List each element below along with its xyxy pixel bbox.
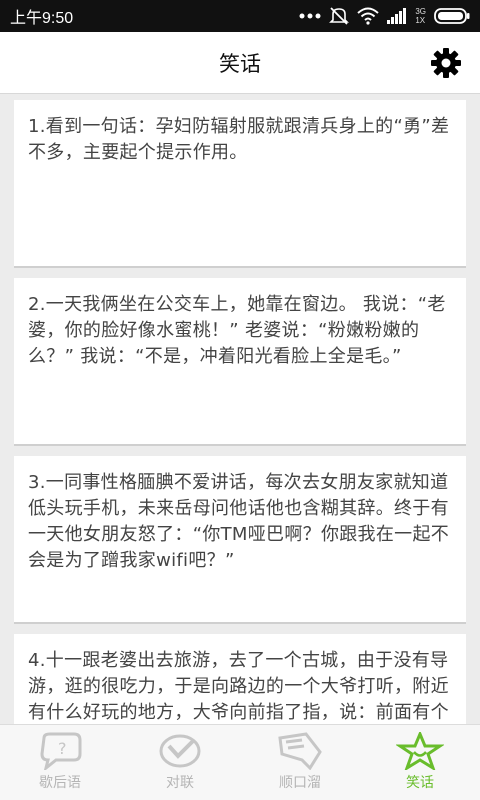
- tab-label: 笑话: [406, 775, 434, 791]
- network-type: 3G 1X: [415, 7, 426, 25]
- tab-label: 顺口溜: [279, 775, 321, 791]
- tab-label: 歇后语: [39, 775, 81, 791]
- joke-card[interactable]: 4.十一跟老婆出去旅游，去了一个古城，由于没有导游，逛的很吃力，于是向路边的一个…: [14, 634, 466, 724]
- scroll-icon: [159, 734, 201, 768]
- signal-icon: [387, 8, 407, 24]
- status-time: 上午9:50: [10, 10, 74, 27]
- bottom-tab-bar: ? 歇后语 对联 顺口溜 笑话: [0, 724, 480, 800]
- joke-card[interactable]: 1.看到一句话：孕妇防辐射服就跟清兵身上的“勇”差不多，主要起个提示作用。: [14, 100, 466, 268]
- tab-duilian[interactable]: 对联: [120, 725, 240, 800]
- app-bar: 笑话: [0, 32, 480, 94]
- svg-text:?: ?: [58, 739, 67, 758]
- flag-arrow-icon: [278, 732, 322, 770]
- battery-icon: [434, 8, 470, 24]
- status-bar: 上午9:50 3G 1X: [0, 0, 480, 32]
- wifi-icon: [357, 7, 379, 25]
- joke-text: 3.一同事性格腼腆不爱讲话，每次去女朋友家就知道低头玩手机，未来岳母问他话他也含…: [28, 472, 450, 571]
- settings-button[interactable]: [430, 47, 462, 79]
- status-icons: 3G 1X: [299, 6, 470, 26]
- joke-text: 2.一天我俩坐在公交车上，她靠在窗边。 我说：“老婆，你的脸好像水蜜桃！” 老婆…: [28, 294, 446, 367]
- tab-label: 对联: [166, 775, 194, 791]
- joke-text: 4.十一跟老婆出去旅游，去了一个古城，由于没有导游，逛的很吃力，于是向路边的一个…: [28, 650, 449, 723]
- joke-card[interactable]: 3.一同事性格腼腆不爱讲话，每次去女朋友家就知道低头玩手机，未来岳母问他话他也含…: [14, 456, 466, 624]
- star-smile-icon: [396, 732, 444, 770]
- tab-xiehouyu[interactable]: ? 歇后语: [0, 725, 120, 800]
- joke-list[interactable]: 1.看到一句话：孕妇防辐射服就跟清兵身上的“勇”差不多，主要起个提示作用。 2.…: [0, 94, 480, 724]
- gear-icon: [431, 48, 461, 78]
- page-title: 笑话: [219, 51, 261, 76]
- tab-shunkouliu[interactable]: 顺口溜: [240, 725, 360, 800]
- mute-icon: [329, 7, 350, 25]
- joke-card[interactable]: 2.一天我俩坐在公交车上，她靠在窗边。 我说：“老婆，你的脸好像水蜜桃！” 老婆…: [14, 278, 466, 446]
- more-icon: [299, 13, 321, 19]
- tab-xiaohua[interactable]: 笑话: [360, 725, 480, 800]
- speech-bubble-icon: ?: [40, 732, 82, 770]
- joke-text: 1.看到一句话：孕妇防辐射服就跟清兵身上的“勇”差不多，主要起个提示作用。: [28, 116, 450, 163]
